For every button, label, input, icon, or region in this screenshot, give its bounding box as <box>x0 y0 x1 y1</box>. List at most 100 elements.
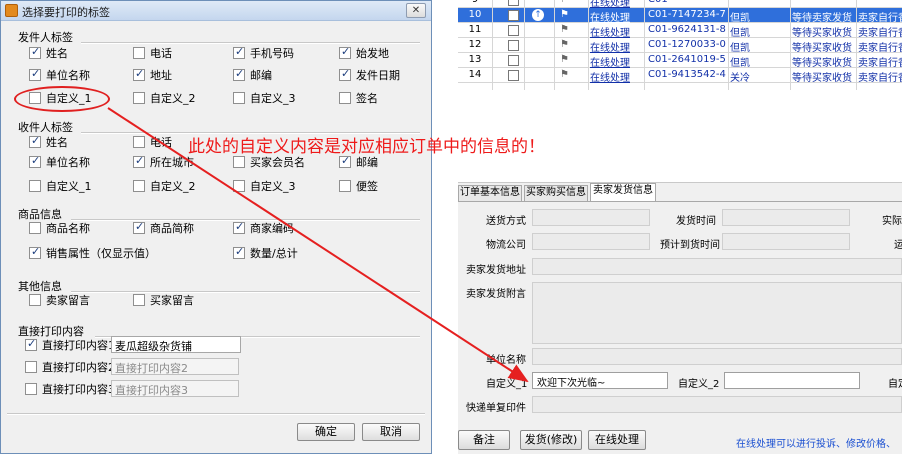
checkbox-box[interactable] <box>29 294 41 306</box>
sender-checkbox-5[interactable]: 地址 <box>133 67 172 82</box>
tab-buyer-purchase[interactable]: 买家购买信息 <box>524 185 588 201</box>
checkbox-box[interactable] <box>29 245 41 259</box>
receiver-checkbox-8[interactable]: 自定义_3 <box>233 179 296 193</box>
checkbox-box[interactable] <box>339 45 351 59</box>
custom2-field[interactable] <box>724 372 860 389</box>
sender-checkbox-9[interactable]: 自定义_2 <box>133 91 196 105</box>
online-process-link[interactable]: 在线处理 <box>590 54 642 69</box>
checkbox-box[interactable] <box>133 294 145 306</box>
ship-modify-button[interactable]: 发货(修改) <box>520 430 582 450</box>
checkbox-box[interactable] <box>133 180 145 192</box>
row-checkbox[interactable] <box>508 0 519 6</box>
flag-icon[interactable]: ⚑ <box>560 24 569 35</box>
flag-icon[interactable]: ⚑ <box>560 54 569 65</box>
online-process-link[interactable]: 在线处理 <box>590 39 642 54</box>
receiver-checkbox-0[interactable]: 姓名 <box>29 134 68 149</box>
grid-divider <box>554 0 555 90</box>
receiver-checkbox-3[interactable]: 所在城市 <box>133 154 194 169</box>
checkbox-box[interactable] <box>133 92 145 104</box>
receiver-checkbox-2[interactable]: 单位名称 <box>29 154 90 169</box>
checkbox-label: 自定义_2 <box>150 92 196 105</box>
checkbox-box[interactable] <box>133 136 145 148</box>
product-checkbox-1[interactable]: 商品简称 <box>133 220 194 235</box>
receiver-checkbox-4[interactable]: 买家会员名 <box>233 155 305 169</box>
direct-print-input-3[interactable]: 直接打印内容3 <box>111 380 239 397</box>
other-checkbox-1[interactable]: 买家留言 <box>133 293 194 307</box>
checkbox-box[interactable] <box>29 154 41 168</box>
checkbox-box[interactable] <box>339 180 351 192</box>
divider <box>81 42 420 44</box>
direct-print-checkbox-1[interactable]: 直接打印内容1 <box>25 337 115 352</box>
checkbox-box[interactable] <box>133 47 145 59</box>
checkbox-box[interactable] <box>133 67 145 81</box>
checkbox-box[interactable] <box>339 67 351 81</box>
online-process-link[interactable]: 在线处理 <box>590 69 642 84</box>
checkbox-box[interactable] <box>25 337 37 351</box>
sender-checkbox-6[interactable]: 邮编 <box>233 67 272 82</box>
row-number: 9 <box>460 0 490 5</box>
product-checkbox-2[interactable]: 商家编码 <box>233 220 294 235</box>
checkbox-box[interactable] <box>29 45 41 59</box>
checkbox-box[interactable] <box>233 220 245 234</box>
sender-checkbox-10[interactable]: 自定义_3 <box>233 91 296 105</box>
direct-print-checkbox-3[interactable]: 直接打印内容3 <box>25 382 115 396</box>
product-checkbox-4[interactable]: 数量/总计 <box>233 245 298 260</box>
close-button[interactable]: ✕ <box>406 3 426 18</box>
receiver-checkbox-1[interactable]: 电话 <box>133 135 172 149</box>
checkbox-box[interactable] <box>233 92 245 104</box>
receiver-checkbox-6[interactable]: 自定义_1 <box>29 179 92 193</box>
flag-icon[interactable]: ⚑ <box>560 39 569 50</box>
flag-icon[interactable]: ⚑ <box>560 69 569 80</box>
remark-button[interactable]: 备注 <box>458 430 510 450</box>
sender-checkbox-0[interactable]: 姓名 <box>29 45 68 60</box>
row-checkbox[interactable] <box>508 55 519 66</box>
checkbox-box[interactable] <box>233 245 245 259</box>
flag-icon[interactable]: ⚑ <box>560 9 569 20</box>
checkbox-box[interactable] <box>233 45 245 59</box>
checkbox-box[interactable] <box>233 67 245 81</box>
checkbox-box[interactable] <box>29 180 41 192</box>
sender-checkbox-11[interactable]: 签名 <box>339 91 378 105</box>
receiver-checkbox-5[interactable]: 邮编 <box>339 154 378 169</box>
online-process-button[interactable]: 在线处理 <box>588 430 646 450</box>
sender-checkbox-3[interactable]: 始发地 <box>339 45 389 60</box>
sender-checkbox-2[interactable]: 手机号码 <box>233 45 294 60</box>
checkbox-box[interactable] <box>133 220 145 234</box>
row-checkbox[interactable] <box>508 40 519 51</box>
checkbox-box[interactable] <box>29 67 41 81</box>
flag-icon[interactable]: ⚑ <box>560 0 569 5</box>
receiver-checkbox-7[interactable]: 自定义_2 <box>133 179 196 193</box>
divider <box>71 291 420 293</box>
sender-checkbox-4[interactable]: 单位名称 <box>29 67 90 82</box>
row-checkbox[interactable] <box>508 10 519 21</box>
custom1-field[interactable]: 欢迎下次光临~ <box>532 372 668 389</box>
receiver-checkbox-9[interactable]: 便签 <box>339 179 378 193</box>
cancel-button[interactable]: 取消 <box>362 423 420 441</box>
direct-print-input-2[interactable]: 直接打印内容2 <box>111 358 239 375</box>
checkbox-box[interactable] <box>233 156 245 168</box>
direct-print-input-1[interactable]: 麦瓜超级杂货铺 <box>111 336 241 353</box>
checkbox-box[interactable] <box>133 154 145 168</box>
product-checkbox-3[interactable]: 销售属性（仅显示值） <box>29 245 156 260</box>
online-process-link[interactable]: 在线处理 <box>590 9 642 24</box>
direct-print-checkbox-2[interactable]: 直接打印内容2 <box>25 360 115 374</box>
checkbox-box[interactable] <box>339 154 351 168</box>
checkbox-box[interactable] <box>233 180 245 192</box>
tab-order-basic[interactable]: 订单基本信息 <box>458 185 522 201</box>
row-checkbox[interactable] <box>508 70 519 81</box>
checkbox-box[interactable] <box>29 134 41 148</box>
sender-checkbox-1[interactable]: 电话 <box>133 46 172 60</box>
tab-seller-shipping[interactable]: 卖家发货信息 <box>590 183 656 201</box>
sender-checkbox-7[interactable]: 发件日期 <box>339 67 400 82</box>
ok-button[interactable]: 确定 <box>297 423 355 441</box>
upload-status-icon: ↑ <box>532 9 544 21</box>
ship-method-field <box>532 209 650 226</box>
online-process-link[interactable]: 在线处理 <box>590 24 642 39</box>
other-checkbox-0[interactable]: 卖家留言 <box>29 293 90 307</box>
product-checkbox-0[interactable]: 商品名称 <box>29 221 90 235</box>
checkbox-box[interactable] <box>25 361 37 373</box>
checkbox-box[interactable] <box>339 92 351 104</box>
checkbox-box[interactable] <box>29 222 41 234</box>
row-checkbox[interactable] <box>508 25 519 36</box>
checkbox-box[interactable] <box>25 383 37 395</box>
